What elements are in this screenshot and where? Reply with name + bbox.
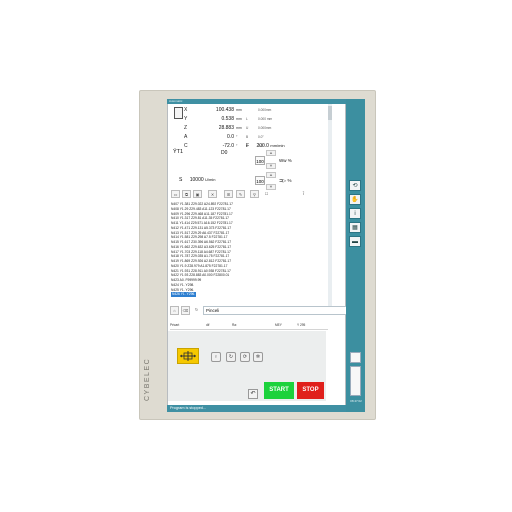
axis-sub-value: 0.000 mm (258, 117, 273, 121)
feed-override-unit: Ww % (279, 158, 292, 163)
toolbar-edit-icon[interactable]: ✎ (236, 190, 245, 198)
axis-value: 0.0 (227, 134, 234, 140)
toolbar-folder-icon[interactable]: ▭ (171, 190, 180, 198)
axis-label: X (184, 107, 188, 113)
brand-logo: CYBELEC (144, 357, 151, 401)
axis-value: 0.538 (221, 116, 234, 122)
axis-sub-value: 0.000mm (258, 126, 272, 130)
feed-label: F (246, 143, 250, 149)
axis-jog-icon[interactable] (177, 348, 199, 364)
clock: 08:47:02 (350, 399, 362, 403)
axis-row-a: A 0.0 ° B 0.0° (170, 133, 330, 142)
tool-label: ŸT1 (173, 149, 183, 155)
feed-value: 200.0 (256, 143, 269, 149)
spindle-readout: S 10000 U/min (179, 177, 215, 183)
tools-icon[interactable]: ✲ (253, 352, 263, 362)
axis-unit: ° (236, 135, 238, 139)
toolbar-checkbox[interactable]: ☐ (262, 190, 271, 198)
status-bar: Program is stopped... (167, 405, 346, 412)
side-hand-button[interactable]: ✋ (349, 194, 361, 205)
axis-sub-label: B (246, 135, 249, 139)
window-title: Automatic (169, 99, 183, 103)
tool-d-value: D0 (221, 150, 228, 156)
axis-unit: mm (236, 117, 242, 121)
spindle-value: 10000 (189, 177, 204, 183)
command-input[interactable]: Pinceli (203, 306, 353, 315)
jog-arrows-icon (180, 351, 196, 361)
title-bar: Automatic (167, 99, 346, 104)
spindle-override-unit: ⊐▷ % (279, 178, 292, 184)
spindle-override-field[interactable]: 100 (255, 176, 265, 185)
toolbar-search-icon[interactable]: ⚲ (250, 190, 259, 198)
feed-override-icon: Ww (279, 158, 287, 163)
program-scrollbar[interactable] (328, 104, 332, 312)
axis-value: 100.438 (215, 107, 234, 113)
spindle-override-up-button[interactable]: ▲ (266, 172, 276, 178)
command-clear-icon[interactable]: ⌫ (181, 306, 190, 315)
spindle-icon: ⊐▷ (279, 178, 287, 183)
side-info-button[interactable]: i (349, 208, 361, 219)
program-scrollbar-thumb[interactable] (328, 106, 332, 120)
reference-icon[interactable]: ↻ (226, 352, 236, 362)
command-refresh-icon[interactable]: ↻ (192, 306, 201, 315)
side-list-icon[interactable] (350, 366, 361, 396)
current-line-highlight[interactable]: N426 Y1. Y296. (171, 292, 197, 297)
axis-sub-label: U (246, 126, 249, 130)
feed-readout: F 200.0 mm/min (246, 143, 285, 149)
info-header: Pécart (170, 323, 180, 327)
spindle-label: S (179, 177, 183, 183)
axis-row-x: X 100.438 mm 0.000mm (170, 106, 330, 115)
axis-unit: mm (236, 108, 242, 112)
feed-override-down-button[interactable]: ▼ (266, 163, 276, 169)
toolbar-paste-icon[interactable]: ▣ (193, 190, 202, 198)
side-refresh-button[interactable]: ⟲ (349, 180, 361, 191)
cycle-icon[interactable]: ⟳ (240, 352, 250, 362)
feed-override-percent: % (287, 158, 292, 163)
axis-sub-value: 0.000mm (258, 108, 272, 112)
spindle-unit: U/min (205, 177, 216, 182)
axis-sub-label: L (246, 117, 248, 121)
toolbar-insert-icon[interactable]: ⊞ (224, 190, 233, 198)
axis-label: Z (184, 125, 188, 131)
axis-label: A (184, 134, 188, 140)
axis-unit: mm (236, 126, 242, 130)
axis-label: Y (184, 116, 188, 122)
command-bar: ⌂ ⌫ ↻ Pinceli (170, 306, 353, 317)
side-document-icon[interactable] (350, 352, 361, 363)
axis-row-y: Y 0.538 mm L 0.000 mm (170, 115, 330, 124)
feed-override-up-button[interactable]: ▲ (266, 150, 276, 156)
program-line-current[interactable]: N426 Y1. Y296. (171, 292, 326, 297)
toolbar-copy-icon[interactable]: ⧉ (182, 190, 191, 198)
info-header: Ra: (232, 323, 237, 327)
stop-button[interactable]: STOP (297, 382, 324, 399)
tool-number: T1 (176, 149, 184, 155)
undo-button[interactable]: ↶ (248, 389, 258, 399)
info-header: dif (206, 323, 210, 327)
side-chart-button[interactable]: ▦ (349, 222, 361, 233)
axis-row-z: Z 28.883 mm U 0.000mm (170, 124, 330, 133)
toolbar-delete-icon[interactable]: ✕ (208, 190, 217, 198)
toolbar-cursor-icon[interactable]: Ȉ (299, 190, 308, 198)
info-header: MEY (275, 323, 282, 327)
axis-sub-value: 0.0° (258, 135, 264, 139)
axis-value: 28.883 (218, 125, 234, 131)
side-image-button[interactable]: ▬ (349, 236, 361, 247)
axis-unit: ° (236, 144, 238, 148)
axis-label: C (184, 143, 188, 149)
info-header-row: Pécart dif Ra: MEY Y 295 (170, 323, 328, 330)
feed-unit: mm/min (270, 143, 285, 148)
info-header: Y 295 (297, 323, 306, 327)
feed-override-field[interactable]: 100 (255, 156, 265, 165)
axis-value: -72.0 (222, 143, 234, 149)
command-back-icon[interactable]: ⌂ (170, 306, 179, 315)
bulb-icon[interactable]: ♀ (211, 352, 221, 362)
program-listing[interactable]: N407 Y1.381 Z29.022 A24.892 F22781.17 N4… (171, 202, 326, 302)
spindle-override-percent: % (287, 178, 292, 183)
start-button[interactable]: START (264, 382, 294, 399)
